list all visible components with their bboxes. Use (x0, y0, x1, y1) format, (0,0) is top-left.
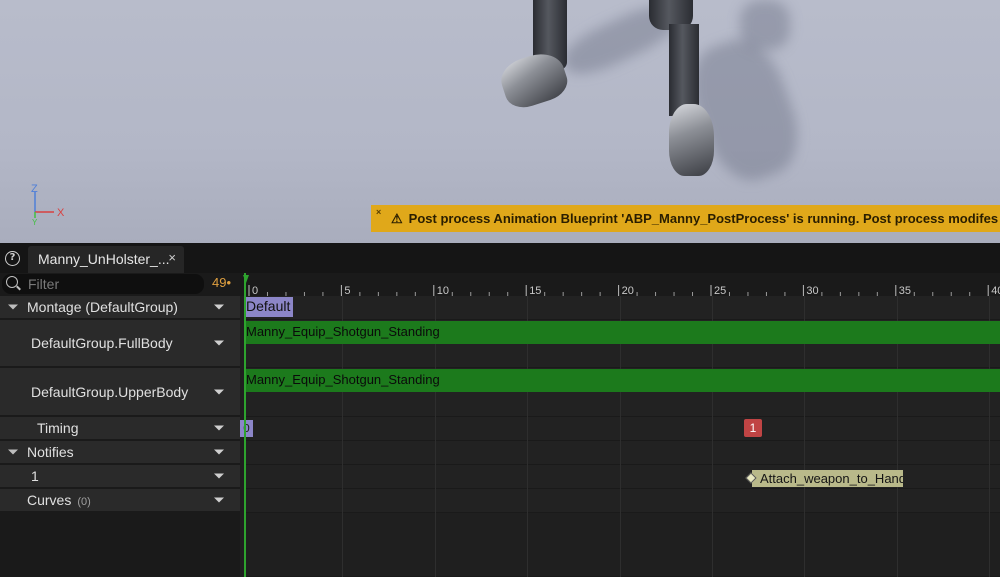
timeline-track-montage (244, 296, 1000, 320)
animation-montage-editor: Z X Y × ⚠ Post process Animation Bluepri… (0, 0, 1000, 577)
chevron-down-icon[interactable] (214, 473, 224, 479)
anim-segment-upperbody[interactable]: Manny_Equip_Shotgun_Standing (244, 369, 1000, 392)
timeline-track-curves (244, 489, 1000, 513)
playhead-marker-icon[interactable] (243, 275, 249, 283)
track-timing-label: Timing (37, 420, 79, 436)
track-notifies-group[interactable]: Notifies (0, 441, 240, 465)
track-curves[interactable]: Curves (0) (0, 489, 240, 513)
track-notify-1-label: 1 (31, 468, 39, 484)
track-notifies-label: Notifies (27, 444, 74, 460)
track-timing[interactable]: Timing (0, 417, 240, 441)
chevron-down-icon[interactable] (214, 389, 224, 394)
chevron-down-icon[interactable] (214, 497, 224, 503)
ruler-tick-label: 0 (252, 285, 258, 296)
axis-z-label: Z (31, 183, 38, 195)
track-upperbody-slot[interactable]: DefaultGroup.UpperBody (0, 368, 240, 417)
help-icon[interactable]: ? (5, 251, 20, 266)
timeline-empty-area (244, 513, 1000, 577)
filter-box[interactable] (2, 274, 204, 294)
warning-icon: ⚠ (391, 210, 403, 226)
curves-count: (0) (77, 496, 91, 508)
notify-attach-weapon[interactable]: Attach_weapon_to_Hand (752, 470, 903, 487)
filter-row: 49• (0, 273, 240, 295)
section-default[interactable]: Default (244, 297, 293, 317)
character-right-boot (669, 104, 714, 176)
search-icon (6, 276, 18, 288)
ruler-tick-label: 30 (806, 285, 818, 296)
chevron-down-icon[interactable] (214, 425, 224, 431)
frame-count: 49• (212, 275, 232, 290)
track-montage-label: Montage (DefaultGroup) (27, 299, 178, 315)
track-upperbody-label: DefaultGroup.UpperBody (31, 383, 189, 400)
timeline-area[interactable]: 0510152025303540 Default Manny_Equip_Sho… (240, 273, 1000, 577)
track-curves-label-wrap: Curves (0) (27, 492, 91, 508)
axis-gizmo: Z X Y (31, 183, 65, 227)
chevron-down-icon[interactable] (214, 340, 224, 346)
anim-segment-fullbody[interactable]: Manny_Equip_Shotgun_Standing (244, 321, 1000, 344)
track-fullbody-slot[interactable]: DefaultGroup.FullBody (0, 320, 240, 368)
collapse-icon[interactable] (8, 449, 18, 455)
collapse-icon[interactable] (8, 304, 18, 310)
timing-marker-1[interactable]: 1 (744, 419, 762, 437)
tab-asset-label: Manny_UnHolster_... (38, 251, 170, 267)
character-shadow (740, 0, 790, 50)
ruler-tick-label: 15 (529, 285, 541, 296)
character-right-leg (669, 24, 699, 116)
timeline-track-notifies (244, 441, 1000, 465)
tab-close-icon[interactable]: × (168, 250, 176, 265)
ruler-tick-label: 35 (899, 285, 911, 296)
track-fullbody-label: DefaultGroup.FullBody (31, 335, 173, 351)
chevron-down-icon[interactable] (214, 449, 224, 455)
timeline-track-timing (244, 417, 1000, 441)
filter-input[interactable] (28, 275, 198, 293)
warning-text: Post process Animation Blueprint 'ABP_Ma… (408, 211, 1000, 226)
viewport[interactable]: Z X Y × ⚠ Post process Animation Bluepri… (0, 0, 1000, 243)
ruler-tick-label: 20 (622, 285, 634, 296)
time-ruler[interactable]: 0 5 10 15 20 25 30 35 40 (240, 273, 1000, 296)
postprocess-warning-bar: × ⚠ Post process Animation Blueprint 'AB… (371, 205, 1000, 232)
ruler-tick-label: 10 (437, 285, 449, 296)
playhead-line[interactable] (244, 273, 246, 577)
track-notify-1[interactable]: 1 (0, 465, 240, 489)
timing-marker-0[interactable]: 0 (240, 420, 253, 437)
tab-asset[interactable]: Manny_UnHolster_... × (28, 246, 184, 273)
track-curves-label: Curves (27, 492, 72, 508)
ruler-tick-label: 25 (714, 285, 726, 296)
track-list-panel: 49• Montage (DefaultGroup) DefaultGroup.… (0, 273, 240, 577)
ruler-tick-label: 5 (344, 285, 350, 296)
warning-close-icon[interactable]: × (376, 207, 381, 217)
track-montage-group[interactable]: Montage (DefaultGroup) (0, 296, 240, 320)
ruler-tick-label: 40 (991, 285, 1000, 296)
chevron-down-icon[interactable] (214, 304, 224, 310)
axis-y-label: Y (32, 218, 38, 227)
axis-x-label: X (57, 207, 65, 219)
